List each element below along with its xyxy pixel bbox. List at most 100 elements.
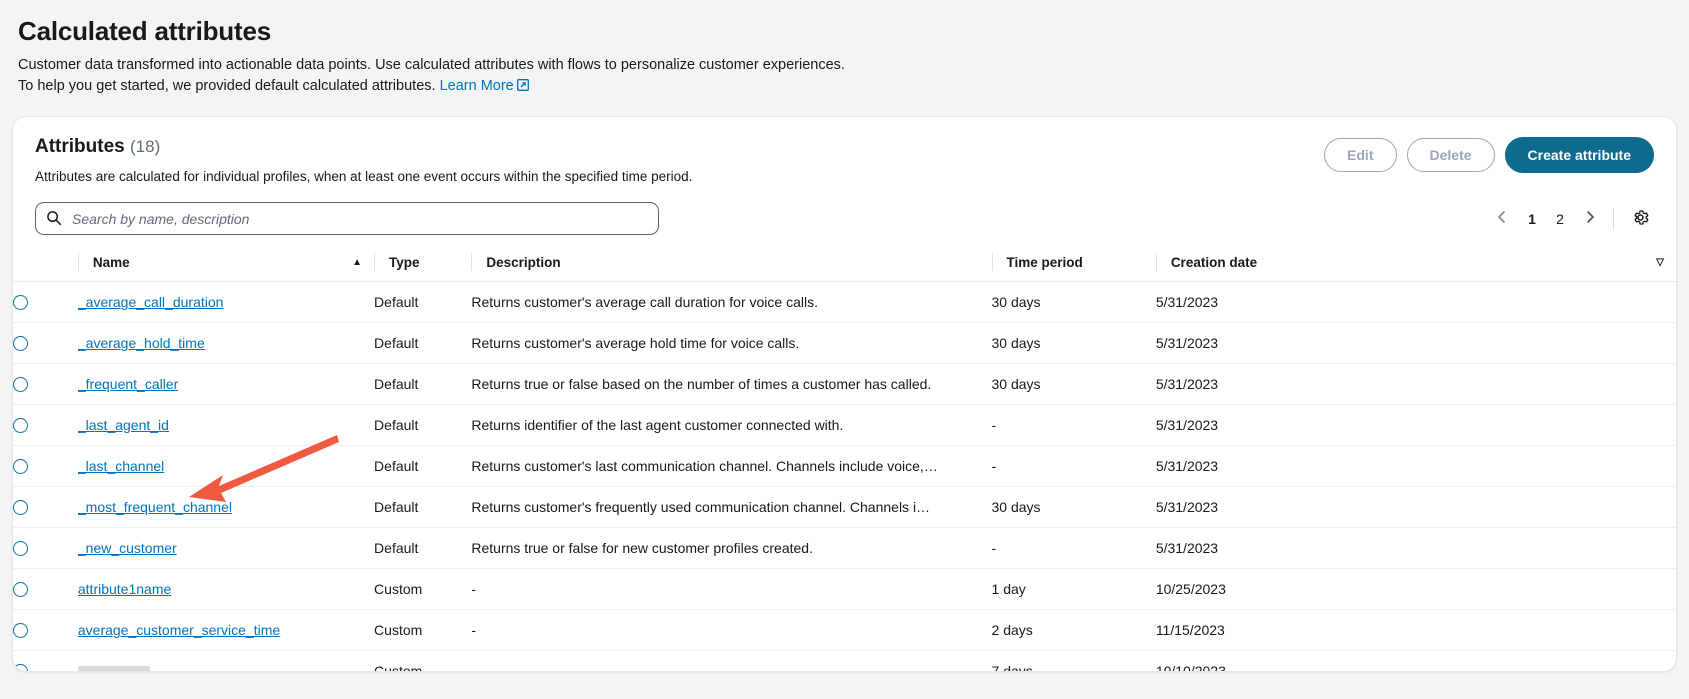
attribute-type-cell: Default (374, 528, 471, 569)
pagination-prev-button[interactable] (1487, 204, 1517, 234)
attribute-name-cell: _most_frequent_channel (78, 487, 374, 528)
radio-button-icon[interactable] (13, 500, 28, 515)
row-select-cell[interactable] (13, 405, 78, 446)
column-header-description-label: Description (486, 255, 560, 270)
attribute-name-link[interactable]: _average_call_duration (78, 294, 224, 310)
column-header-description[interactable]: Description (471, 247, 991, 282)
radio-button-icon[interactable] (13, 664, 28, 673)
attribute-description-cell: Returns true or false for new customer p… (471, 528, 991, 569)
radio-button-icon[interactable] (13, 377, 28, 392)
radio-button-icon[interactable] (13, 582, 28, 597)
row-select-cell[interactable] (13, 282, 78, 323)
attribute-description-cell: Returns customer's frequently used commu… (471, 487, 991, 528)
attribute-time-period-cell: 30 days (992, 487, 1156, 528)
attribute-name-link[interactable]: _average_hold_time (78, 335, 205, 351)
attribute-time-period-cell: 30 days (992, 282, 1156, 323)
create-attribute-button[interactable]: Create attribute (1505, 137, 1654, 173)
pagination-page-1[interactable]: 1 (1519, 204, 1545, 234)
radio-button-icon[interactable] (13, 418, 28, 433)
attribute-name-link[interactable]: _last_channel (78, 458, 164, 474)
row-select-cell[interactable] (13, 569, 78, 610)
attribute-description-cell: Returns identifier of the last agent cus… (471, 405, 991, 446)
row-select-cell[interactable] (13, 610, 78, 651)
attributes-count: (18) (130, 137, 160, 156)
collapse-icon[interactable]: ▽ (1656, 257, 1676, 268)
attribute-creation-date-cell: 5/31/2023 (1156, 323, 1676, 364)
chevron-right-icon (1583, 210, 1597, 227)
attribute-name-link[interactable]: _new_customer (78, 540, 177, 556)
row-select-cell[interactable] (13, 487, 78, 528)
attribute-creation-date-cell: 5/31/2023 (1156, 446, 1676, 487)
card-actions: Edit Delete Create attribute (1324, 135, 1654, 173)
search-input[interactable] (35, 202, 659, 235)
column-header-time-period[interactable]: Time period (992, 247, 1156, 282)
external-link-icon (517, 77, 529, 98)
attribute-creation-date-cell: 10/25/2023 (1156, 569, 1676, 610)
attribute-time-period-cell: - (992, 405, 1156, 446)
radio-button-icon[interactable] (13, 295, 28, 310)
table-row[interactable]: _most_frequent_channelDefaultReturns cus… (13, 487, 1676, 528)
gear-icon (1631, 208, 1650, 230)
attribute-name-link[interactable]: average_customer_service_time (78, 622, 280, 638)
column-header-type[interactable]: Type (374, 247, 471, 282)
attribute-name-cell (78, 651, 374, 673)
attribute-type-cell: Custom (374, 569, 471, 610)
column-header-name-label: Name (93, 255, 130, 270)
attribute-description-cell: - (471, 610, 991, 651)
column-header-select (13, 247, 78, 282)
attribute-time-period-cell: - (992, 446, 1156, 487)
pagination-next-button[interactable] (1575, 204, 1605, 234)
attribute-name-cell: _average_hold_time (78, 323, 374, 364)
row-select-cell[interactable] (13, 323, 78, 364)
learn-more-link[interactable]: Learn More (440, 78, 514, 94)
column-header-name[interactable]: Name ▲ (78, 247, 374, 282)
attribute-name-link[interactable]: _most_frequent_channel (78, 499, 232, 515)
attribute-name-cell: _average_call_duration (78, 282, 374, 323)
table-row[interactable]: _last_agent_idDefaultReturns identifier … (13, 405, 1676, 446)
attribute-time-period-cell: 1 day (992, 569, 1156, 610)
attribute-type-cell: Default (374, 323, 471, 364)
attribute-creation-date-cell: 5/31/2023 (1156, 528, 1676, 569)
attribute-name-cell: _last_channel (78, 446, 374, 487)
radio-button-icon[interactable] (13, 336, 28, 351)
table-row[interactable]: average_customer_service_timeCustom-2 da… (13, 610, 1676, 651)
attribute-name-cell: average_customer_service_time (78, 610, 374, 651)
attribute-creation-date-cell: 5/31/2023 (1156, 364, 1676, 405)
table-row[interactable]: _new_customer DefaultReturns true or fals… (13, 528, 1676, 569)
table-row[interactable]: _frequent_callerDefaultReturns true or f… (13, 364, 1676, 405)
delete-button[interactable]: Delete (1407, 138, 1495, 172)
card-subtitle: Attributes are calculated for individual… (35, 167, 1324, 186)
card-title-text: Attributes (35, 136, 125, 157)
radio-button-icon[interactable] (13, 623, 28, 638)
radio-button-icon[interactable] (13, 541, 28, 556)
column-header-creation-date-label: Creation date (1171, 255, 1257, 270)
attribute-time-period-cell: 30 days (992, 323, 1156, 364)
row-select-cell[interactable] (13, 651, 78, 673)
radio-button-icon[interactable] (13, 459, 28, 474)
table-preferences-button[interactable] (1626, 205, 1654, 233)
table-row[interactable]: _average_hold_timeDefaultReturns custome… (13, 323, 1676, 364)
attribute-time-period-cell: 7 days (992, 651, 1156, 673)
row-select-cell[interactable] (13, 364, 78, 405)
attribute-time-period-cell: 30 days (992, 364, 1156, 405)
table-row[interactable]: _average_call_durationDefaultReturns cus… (13, 282, 1676, 323)
pagination-page-2[interactable]: 2 (1547, 204, 1573, 234)
pagination-divider (1613, 208, 1614, 230)
attribute-name-link[interactable]: _frequent_caller (78, 376, 178, 392)
attribute-name-link[interactable]: attribute1name (78, 581, 171, 597)
attributes-table: Name ▲ Type Description Time period (13, 247, 1676, 672)
sort-ascending-icon: ▲ (352, 257, 374, 268)
row-select-cell[interactable] (13, 446, 78, 487)
row-select-cell[interactable] (13, 528, 78, 569)
attribute-name-link[interactable]: _last_agent_id (78, 417, 169, 433)
table-row[interactable]: _last_channelDefaultReturns customer's l… (13, 446, 1676, 487)
table-header-row: Name ▲ Type Description Time period (13, 247, 1676, 282)
edit-button[interactable]: Edit (1324, 138, 1396, 172)
attribute-name-cell: _frequent_caller (78, 364, 374, 405)
table-row[interactable]: Custom-7 days10/10/2023 (13, 651, 1676, 673)
attribute-time-period-cell: 2 days (992, 610, 1156, 651)
column-header-creation-date[interactable]: Creation date ▽ (1156, 247, 1676, 282)
search-field[interactable] (35, 202, 659, 235)
intro-line-2: To help you get started, we provided def… (18, 76, 1671, 98)
table-row[interactable]: attribute1nameCustom-1 day10/25/2023 (13, 569, 1676, 610)
